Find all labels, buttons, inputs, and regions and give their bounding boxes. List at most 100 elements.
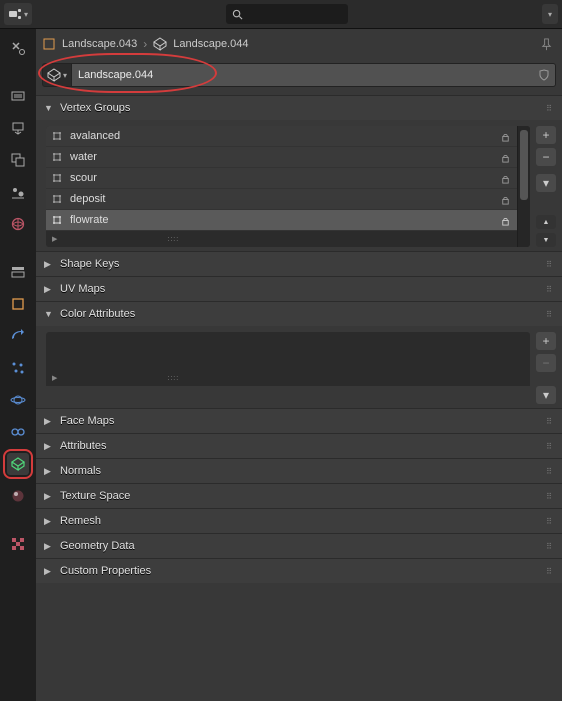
tab-render[interactable] [7, 85, 29, 107]
tab-object-data[interactable] [7, 453, 29, 475]
breadcrumb-object[interactable]: Landscape.043 [62, 38, 137, 50]
panel-title: Shape Keys [60, 258, 119, 270]
panel-title: Remesh [60, 515, 101, 527]
pin-button[interactable] [536, 34, 556, 54]
chevron-down-icon: ▾ [24, 10, 28, 19]
geometry-data-header[interactable]: ▶Geometry Data⠿ [36, 534, 562, 558]
color-attributes-panel: ▶ :::: + − ▾ [36, 326, 562, 408]
vgroup-icon [50, 192, 64, 206]
editor-type-dropdown[interactable]: ▾ [4, 3, 32, 25]
grip-icon[interactable]: ⠿ [546, 442, 554, 451]
tab-output[interactable] [7, 117, 29, 139]
datablock-browse-button[interactable]: ▾ [42, 63, 72, 87]
chevron-down-icon: ▼ [44, 103, 54, 113]
panel-title: Custom Properties [60, 565, 151, 577]
normals-header[interactable]: ▶Normals⠿ [36, 459, 562, 483]
grip-icon[interactable]: ⠿ [546, 467, 554, 476]
chevron-right-icon: ▶ [44, 516, 54, 527]
grip-icon[interactable]: ⠿ [546, 542, 554, 551]
list-footer: ▶ :::: [46, 370, 530, 386]
vgroup-icon [50, 150, 64, 164]
grip-icon[interactable]: ⠿ [546, 310, 554, 319]
search-input[interactable] [247, 7, 342, 21]
grip-icon[interactable]: :::: [167, 375, 179, 382]
grip-icon[interactable]: ⠿ [546, 517, 554, 526]
tab-collection[interactable] [7, 261, 29, 283]
tab-view-layer[interactable] [7, 149, 29, 171]
tab-world[interactable] [7, 213, 29, 235]
lock-icon[interactable] [500, 173, 511, 184]
vertex-group-item[interactable]: scour [46, 168, 517, 189]
tab-material[interactable] [7, 485, 29, 507]
remove-button[interactable]: − [536, 148, 556, 166]
face-maps-header[interactable]: ▶Face Maps⠿ [36, 409, 562, 433]
specials-dropdown[interactable]: ▾ [536, 386, 556, 404]
grip-icon[interactable]: ⠿ [546, 285, 554, 294]
grip-icon[interactable]: ⠿ [546, 567, 554, 576]
grip-icon[interactable]: ⠿ [546, 260, 554, 269]
move-up-button[interactable]: ▲ [536, 215, 556, 229]
properties-content: Landscape.043 › Landscape.044 ▾ [36, 29, 562, 701]
grip-icon[interactable]: ⠿ [546, 104, 554, 113]
options-dropdown[interactable]: ▾ [542, 4, 558, 24]
panel-title: Normals [60, 465, 101, 477]
mesh-data-icon [153, 37, 167, 51]
remove-button[interactable]: − [536, 354, 556, 372]
scrollbar-thumb[interactable] [520, 130, 528, 200]
panel-title: Face Maps [60, 415, 114, 427]
vgroup-icon [50, 213, 64, 227]
vertex-groups-list[interactable]: avalanced water scour [46, 126, 530, 247]
custom-properties-header[interactable]: ▶Custom Properties⠿ [36, 559, 562, 583]
grip-icon[interactable]: ⠿ [546, 417, 554, 426]
breadcrumb-data[interactable]: Landscape.044 [173, 38, 248, 50]
properties-search[interactable] [226, 4, 348, 24]
tab-constraint[interactable] [7, 421, 29, 443]
tab-particle[interactable] [7, 357, 29, 379]
panel-title: Color Attributes [60, 308, 135, 320]
vertex-group-item[interactable]: avalanced [46, 126, 517, 147]
uv-maps-header[interactable]: ▶UV Maps⠿ [36, 277, 562, 301]
lock-icon[interactable] [500, 194, 511, 205]
vertex-group-item[interactable]: water [46, 147, 517, 168]
lock-icon[interactable] [500, 152, 511, 163]
tab-tool[interactable] [7, 37, 29, 59]
chevron-down-icon: ▾ [63, 71, 67, 80]
vgroup-icon [50, 129, 64, 143]
color-attributes-list[interactable]: ▶ :::: [46, 332, 530, 386]
chevron-down-icon: ▾ [548, 10, 552, 19]
vertex-group-item[interactable]: flowrate [46, 210, 517, 231]
add-button[interactable]: + [536, 126, 556, 144]
vertex-group-item[interactable]: deposit [46, 189, 517, 210]
filter-toggle[interactable]: ▶ [52, 235, 57, 243]
specials-dropdown[interactable]: ▾ [536, 174, 556, 192]
chevron-right-icon: ▶ [44, 541, 54, 552]
remesh-header[interactable]: ▶ Remesh ⠿ [36, 509, 562, 533]
lock-icon[interactable] [500, 131, 511, 142]
texture-space-header[interactable]: ▶Texture Space⠿ [36, 484, 562, 508]
color-attributes-header[interactable]: ▼ Color Attributes ⠿ [36, 302, 562, 326]
mesh-data-icon [47, 68, 61, 82]
filter-toggle[interactable]: ▶ [52, 374, 57, 382]
add-button[interactable]: + [536, 332, 556, 350]
fake-user-button[interactable] [533, 63, 556, 87]
vertex-groups-header[interactable]: ▼ Vertex Groups ⠿ [36, 96, 562, 120]
grip-icon[interactable]: ⠿ [546, 492, 554, 501]
chevron-down-icon: ▼ [44, 309, 54, 319]
datablock-name-field[interactable] [72, 63, 533, 87]
tab-object[interactable] [7, 293, 29, 315]
tab-physics[interactable] [7, 389, 29, 411]
datablock-name-row: ▾ [36, 59, 562, 95]
tab-texture[interactable] [7, 533, 29, 555]
list-scrollbar[interactable] [517, 126, 530, 247]
properties-header: ▾ ▾ [0, 0, 562, 29]
search-icon [232, 9, 243, 20]
panel-title: Texture Space [60, 490, 130, 502]
move-down-button[interactable]: ▼ [536, 233, 556, 247]
shape-keys-header[interactable]: ▶Shape Keys⠿ [36, 252, 562, 276]
breadcrumb: Landscape.043 › Landscape.044 [36, 29, 562, 59]
tab-modifier[interactable] [7, 325, 29, 347]
grip-icon[interactable]: :::: [167, 236, 179, 243]
tab-scene[interactable] [7, 181, 29, 203]
attributes-header[interactable]: ▶Attributes⠿ [36, 434, 562, 458]
lock-icon[interactable] [500, 215, 511, 226]
